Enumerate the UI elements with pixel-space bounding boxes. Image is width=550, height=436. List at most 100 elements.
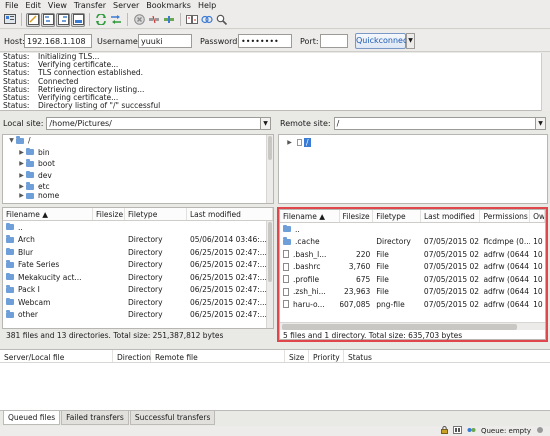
- reconnect-icon[interactable]: [162, 13, 176, 27]
- file-type: Directory: [128, 260, 163, 270]
- list-item[interactable]: Arch Directory 05/06/2014 03:46:...: [3, 234, 273, 247]
- file-icon: [283, 287, 289, 296]
- tree-item-bin[interactable]: ▶ bin: [3, 147, 273, 159]
- list-item[interactable]: .bashrc 3,760 File 07/05/2015 02... adfr…: [280, 261, 545, 274]
- expand-arrow-icon[interactable]: ▶: [17, 183, 26, 190]
- col-filetype[interactable]: Filetype: [373, 210, 421, 222]
- col-server-local-file[interactable]: Server/Local file: [0, 350, 113, 362]
- menu-edit[interactable]: Edit: [23, 0, 46, 11]
- port-input[interactable]: [320, 34, 348, 48]
- col-permissions[interactable]: Permissions: [480, 210, 531, 222]
- toggle-log-icon[interactable]: [26, 12, 40, 27]
- col-priority[interactable]: Priority: [309, 350, 344, 362]
- sort-ascending-icon: ▲: [42, 210, 48, 219]
- file-permissions: adfrw (0644): [483, 274, 531, 284]
- tree-item-etc[interactable]: ▶ etc: [3, 181, 273, 193]
- local-tree-scrollbar[interactable]: [266, 135, 273, 203]
- list-item[interactable]: Pack I Directory 06/25/2015 02:47:...: [3, 284, 273, 297]
- file-date: 06/25/2015 02:47:...: [190, 260, 267, 270]
- scrollbar-thumb[interactable]: [268, 136, 272, 160]
- toggle-queue-icon[interactable]: [71, 12, 85, 27]
- remote-site-history-dropdown[interactable]: ▼: [536, 117, 546, 130]
- col-last-modified[interactable]: Last modified: [421, 210, 481, 222]
- process-queue-icon[interactable]: [109, 13, 123, 27]
- tab-queued-files[interactable]: Queued files: [3, 411, 61, 425]
- directory-comparison-icon[interactable]: [185, 13, 199, 27]
- find-files-icon[interactable]: [215, 13, 229, 27]
- menu-file[interactable]: File: [3, 0, 23, 11]
- tree-item-root[interactable]: ▼ /: [3, 135, 273, 147]
- col-size[interactable]: Size: [285, 350, 309, 362]
- list-item[interactable]: .profile 675 File 07/05/2015 02... adfrw…: [280, 273, 545, 286]
- list-item[interactable]: Blur Directory 06/25/2015 02:47:...: [3, 246, 273, 259]
- expand-arrow-icon[interactable]: ▶: [17, 149, 26, 156]
- menu-view[interactable]: View: [46, 0, 72, 11]
- local-site-history-dropdown[interactable]: ▼: [261, 117, 271, 130]
- expand-arrow-icon[interactable]: ▶: [17, 193, 26, 199]
- list-item[interactable]: haru-o... 607,085 png-file 07/05/2015 02…: [280, 298, 545, 311]
- col-remote-file[interactable]: Remote file: [151, 350, 285, 362]
- local-list-scrollbar[interactable]: [266, 221, 273, 328]
- site-manager-icon[interactable]: [3, 13, 17, 27]
- password-input[interactable]: ••••••••: [238, 34, 292, 48]
- file-permissions: adfrw (0644): [483, 249, 531, 259]
- sync-browsing-icon[interactable]: [200, 13, 214, 27]
- list-item[interactable]: Mekakucity act... Directory 06/25/2015 0…: [3, 271, 273, 284]
- quickconnect-history-dropdown[interactable]: ▼: [406, 33, 415, 49]
- tree-item-dev[interactable]: ▶ dev: [3, 170, 273, 182]
- col-filename[interactable]: Filename ▲: [280, 210, 340, 222]
- list-item[interactable]: ..: [280, 223, 545, 236]
- col-filesize[interactable]: Filesize: [93, 208, 125, 220]
- menu-bar: File Edit View Transfer Server Bookmarks…: [0, 0, 550, 11]
- list-item[interactable]: .cache Directory 07/05/2015 02... flcdmp…: [280, 236, 545, 249]
- list-item[interactable]: Webcam Directory 06/25/2015 02:47:...: [3, 296, 273, 309]
- refresh-icon[interactable]: [94, 13, 108, 27]
- menu-help[interactable]: Help: [196, 0, 221, 11]
- tab-successful-transfers[interactable]: Successful transfers: [129, 411, 216, 425]
- expand-arrow-icon[interactable]: ▶: [17, 172, 26, 179]
- toggle-remote-tree-icon[interactable]: [56, 12, 70, 27]
- expand-arrow-icon[interactable]: ▶: [17, 160, 26, 167]
- list-item[interactable]: .zsh_hi... 23,963 File 07/05/2015 02... …: [280, 286, 545, 299]
- host-input[interactable]: 192.168.1.108: [24, 34, 92, 48]
- collapse-arrow-icon[interactable]: ▼: [7, 137, 16, 144]
- port-label: Port:: [300, 37, 319, 46]
- toolbar-separator: [89, 13, 90, 26]
- scrollbar-thumb[interactable]: [268, 222, 272, 282]
- file-type: File: [376, 287, 389, 297]
- tree-item-boot[interactable]: ▶ boot: [3, 158, 273, 170]
- local-file-list: Filename ▲ Filesize Filetype Last modifi…: [2, 207, 274, 329]
- binary-mode-icon: [452, 426, 462, 436]
- remote-list-hscrollbar[interactable]: [280, 322, 545, 330]
- scrollbar-thumb[interactable]: [282, 324, 517, 330]
- list-item[interactable]: Fate Series Directory 06/25/2015 02:47:.…: [3, 259, 273, 272]
- menu-transfer[interactable]: Transfer: [72, 0, 111, 11]
- folder-icon: [6, 260, 14, 268]
- tree-item-root[interactable]: ▶ /: [279, 137, 547, 149]
- remote-site-path-input[interactable]: /: [333, 117, 536, 130]
- local-site-path-input[interactable]: /home/Pictures/: [46, 117, 261, 130]
- col-owner[interactable]: Ow: [530, 210, 545, 222]
- list-item[interactable]: ..: [3, 221, 273, 234]
- tree-item-label: /: [28, 136, 31, 146]
- tree-item-home[interactable]: ▶ home: [3, 192, 273, 199]
- col-filename[interactable]: Filename ▲: [3, 208, 93, 220]
- quickconnect-button[interactable]: Quickconnect: [355, 33, 411, 49]
- cancel-operation-icon[interactable]: [132, 13, 146, 27]
- expand-arrow-icon[interactable]: ▶: [285, 139, 294, 146]
- list-item[interactable]: .bash_l... 220 File 07/05/2015 02... adf…: [280, 248, 545, 261]
- username-input[interactable]: yuuki: [138, 34, 192, 48]
- col-filesize[interactable]: Filesize: [340, 210, 374, 222]
- col-direction[interactable]: Direction: [113, 350, 151, 362]
- col-last-modified[interactable]: Last modified: [187, 208, 273, 220]
- log-scrollbar[interactable]: [541, 53, 550, 111]
- toggle-local-tree-icon[interactable]: [41, 12, 55, 27]
- menu-bookmarks[interactable]: Bookmarks: [144, 0, 196, 11]
- list-item[interactable]: other Directory 06/25/2015 02:47:...: [3, 309, 273, 322]
- col-status[interactable]: Status: [344, 350, 404, 362]
- disconnect-icon[interactable]: [147, 13, 161, 27]
- tree-item-label: etc: [38, 182, 50, 192]
- tab-failed-transfers[interactable]: Failed transfers: [61, 411, 129, 425]
- col-filetype[interactable]: Filetype: [125, 208, 187, 220]
- menu-server[interactable]: Server: [111, 0, 144, 11]
